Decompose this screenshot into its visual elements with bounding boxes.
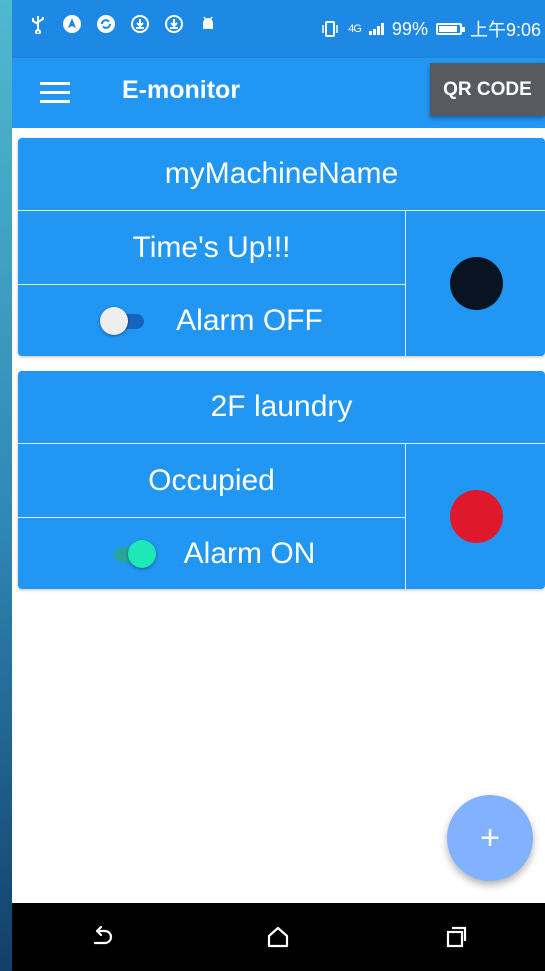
status-bar: 4G 99% 上午9:06 xyxy=(12,0,545,58)
download-icon xyxy=(164,14,184,34)
recents-icon[interactable] xyxy=(436,917,476,957)
alarm-row: Alarm ON xyxy=(18,518,406,589)
menu-icon[interactable] xyxy=(40,82,70,104)
machine-card[interactable]: 2F laundry Occupied Alarm ON xyxy=(18,371,545,589)
vibrate-icon xyxy=(320,19,340,39)
alarm-toggle[interactable] xyxy=(100,306,148,335)
system-indicators: 4G 99% 上午9:06 xyxy=(320,16,541,42)
home-icon[interactable] xyxy=(258,917,298,957)
notification-icons xyxy=(28,14,218,34)
machine-name: 2F laundry xyxy=(18,371,545,444)
machine-list: myMachineName Time's Up!!! Alarm OFF 2F … xyxy=(12,128,545,903)
alarm-label: Alarm OFF xyxy=(176,303,323,337)
app-title: E-monitor xyxy=(122,76,241,104)
battery-percent: 99% xyxy=(391,18,428,39)
phone-screen: 4G 99% 上午9:06 E-monitor QR CODE myMachin… xyxy=(12,0,545,971)
status-indicator xyxy=(407,211,545,356)
machine-status: Time's Up!!! xyxy=(18,211,406,285)
alarm-row: Alarm OFF xyxy=(18,285,406,356)
signal-icon xyxy=(368,23,384,35)
status-dot xyxy=(449,257,503,310)
battery-icon xyxy=(435,23,465,35)
system-nav-bar xyxy=(12,903,545,971)
machine-card[interactable]: myMachineName Time's Up!!! Alarm OFF xyxy=(18,138,545,356)
android-icon xyxy=(198,14,218,34)
status-indicator xyxy=(407,444,545,589)
status-dot xyxy=(449,490,503,543)
alarm-toggle[interactable] xyxy=(108,539,156,568)
qr-code-button[interactable]: QR CODE xyxy=(430,63,545,116)
machine-status: Occupied xyxy=(18,444,406,518)
network-type: 4G xyxy=(348,23,362,35)
back-icon[interactable] xyxy=(81,917,121,957)
alarm-label: Alarm ON xyxy=(183,536,316,570)
sync-icon xyxy=(96,14,116,34)
usb-icon xyxy=(28,14,48,34)
navigation-icon xyxy=(62,14,82,34)
machine-name: myMachineName xyxy=(18,138,545,211)
add-machine-button[interactable]: + xyxy=(447,795,533,881)
download-icon xyxy=(130,14,150,34)
clock: 上午9:06 xyxy=(469,20,541,40)
